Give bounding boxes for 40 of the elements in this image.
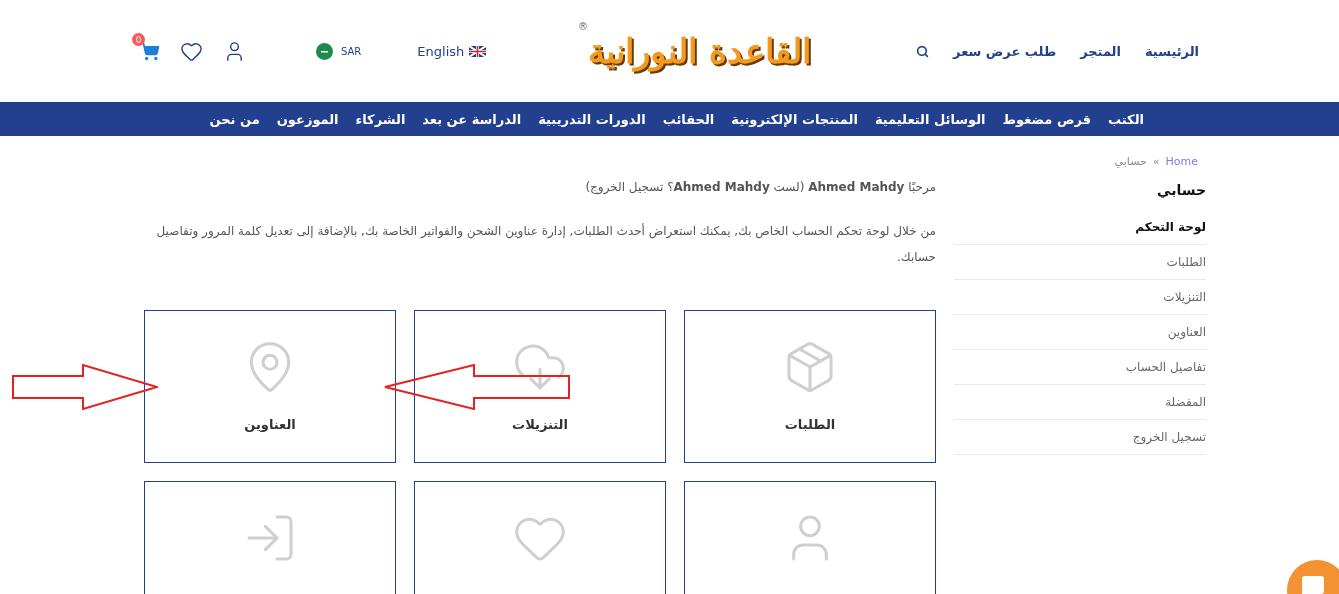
nav-link[interactable]: المتجر	[1080, 43, 1121, 59]
flag-icon[interactable]	[316, 42, 333, 60]
nav-item[interactable]: الكتب	[1108, 111, 1144, 127]
nav-item[interactable]: من نحن	[209, 111, 260, 127]
nav-item[interactable]: المنتجات الإلكترونية	[731, 111, 858, 127]
dashboard-card[interactable]: العناوين	[144, 310, 396, 463]
chat-icon	[1301, 574, 1325, 594]
sidebar-item[interactable]: العناوين	[954, 315, 1206, 350]
registered-mark: ®	[578, 21, 589, 32]
nav-item[interactable]: الوسائل التعليمية	[874, 111, 986, 127]
intro-text: من خلال لوحة تحكم الحساب الخاص بك, يمكنك استعراض أحدث الطلبات, إدارة عناوين الشحن والفواتير الخاصة بك, بالإضافة إلى تعديل كلمة المرور وتفاصيل حسابك.	[155, 222, 936, 266]
nav-link[interactable]: طلب عرض سعر	[953, 43, 1057, 59]
sidebar-item[interactable]: تفاصيل الحساب	[954, 350, 1206, 385]
dashboard-card[interactable]: الطلبات	[684, 310, 936, 463]
nav-item[interactable]: الدراسة عن بعد	[422, 111, 522, 127]
language-link[interactable]: English	[417, 43, 465, 59]
breadcrumb-link[interactable]: Home	[1165, 154, 1198, 168]
search-icon[interactable]	[916, 44, 930, 58]
card-label: التنزيلات	[512, 417, 568, 432]
flag-icon[interactable]	[469, 45, 487, 57]
cart-count: 0	[132, 33, 145, 46]
breadcrumb-current: حسابي	[1114, 154, 1147, 168]
currency-label[interactable]: SAR	[341, 45, 362, 57]
nav-item[interactable]: الدورات التدريبية	[538, 111, 646, 127]
nav-link[interactable]: الرئيسية	[1144, 43, 1199, 59]
card-label: العناوين	[244, 417, 296, 432]
nav-item[interactable]: الموزعون	[276, 111, 339, 127]
cart-icon[interactable]	[140, 41, 160, 61]
sidebar-item[interactable]: المفضلة	[954, 385, 1206, 420]
sidebar-item[interactable]: التنزيلات	[954, 280, 1206, 315]
nav-item[interactable]: الحقائب	[662, 111, 715, 127]
dashboard-card[interactable]: التنزيلات	[414, 310, 666, 463]
card-label: الطلبات	[784, 417, 836, 432]
breadcrumb-separator: »	[1152, 154, 1160, 168]
nav-item[interactable]: قرص مضغوط	[1002, 111, 1092, 127]
sidebar-item[interactable]: تسجيل الخروج	[954, 420, 1206, 455]
sidebar-item[interactable]: لوحة التحكم	[954, 210, 1206, 245]
nav-item[interactable]: الشركاء	[355, 111, 406, 127]
sidebar-item[interactable]: الطلبات	[954, 245, 1206, 280]
sidebar-title: حسابي	[1156, 181, 1206, 200]
